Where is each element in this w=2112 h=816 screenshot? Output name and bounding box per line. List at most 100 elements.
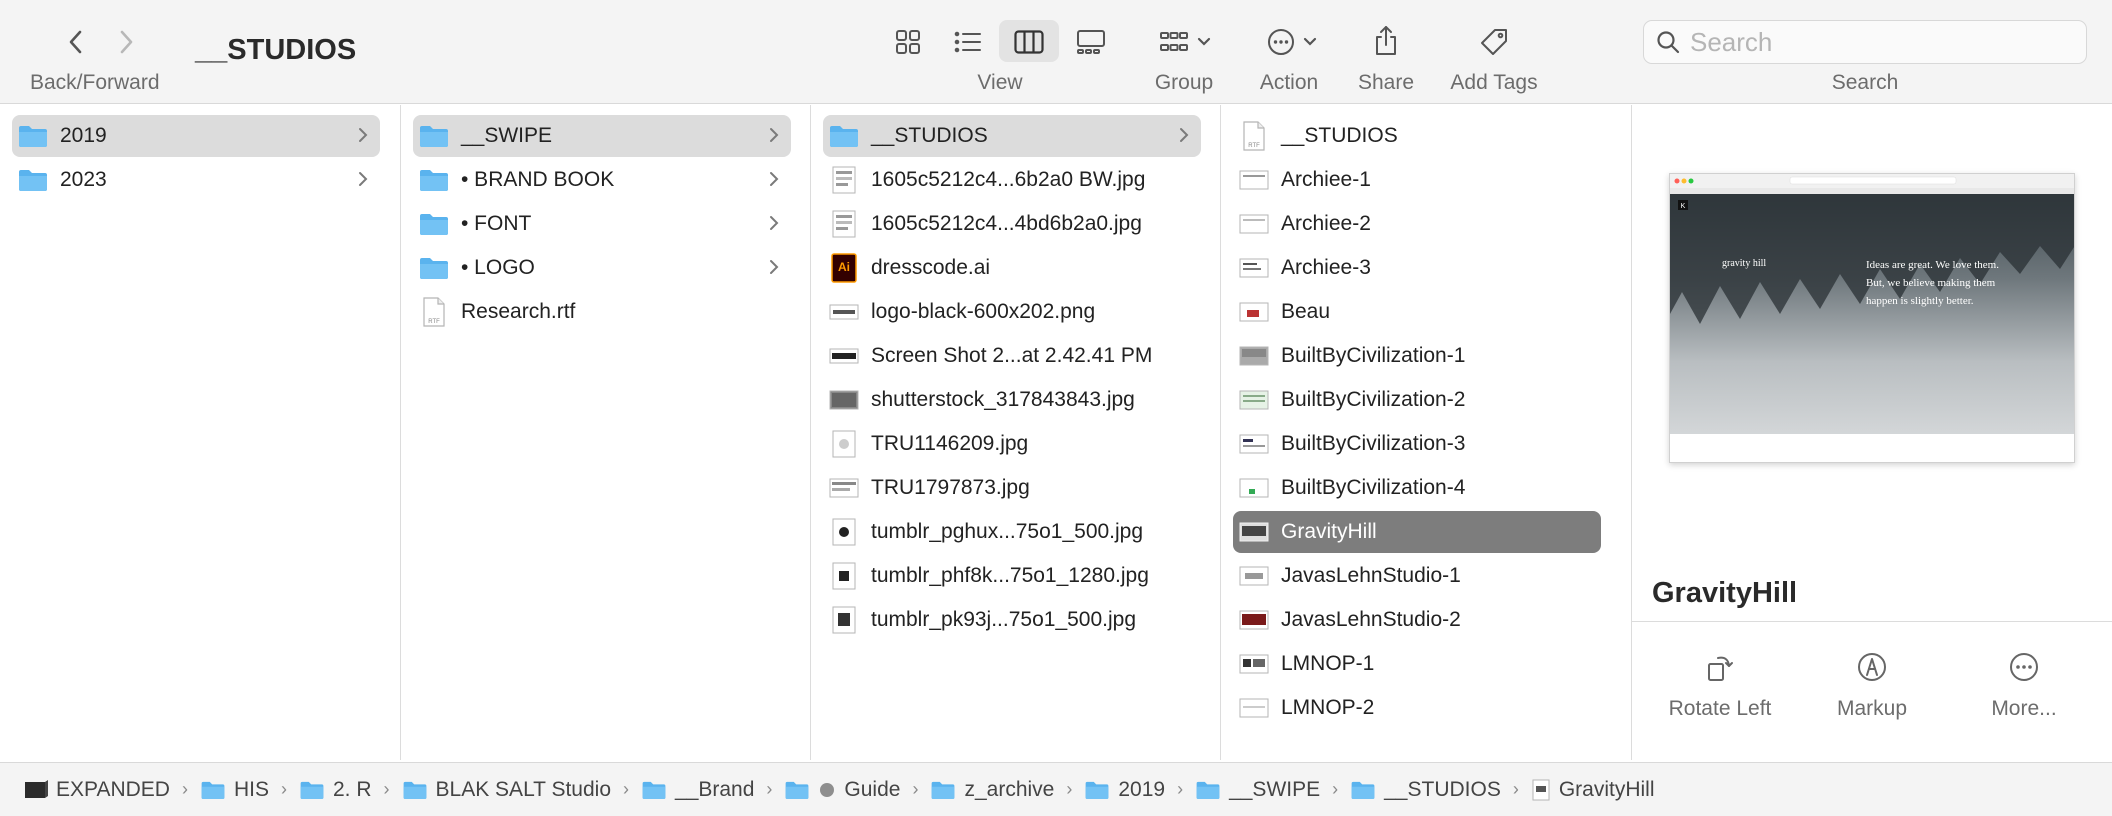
list-item[interactable]: BuiltByCivilization-1 xyxy=(1233,335,1611,377)
list-item-label: • BRAND BOOK xyxy=(461,168,615,191)
image-file-icon xyxy=(827,297,861,327)
action-label: Action xyxy=(1259,71,1319,94)
list-item[interactable]: 1605c5212c4...6b2a0 BW.jpg xyxy=(823,159,1201,201)
list-item[interactable]: Archiee-3 xyxy=(1233,247,1611,289)
list-item[interactable]: tumblr_phf8k...75o1_1280.jpg xyxy=(823,555,1201,597)
list-item-2019[interactable]: 2019 xyxy=(12,115,380,157)
list-item[interactable]: logo-black-600x202.png xyxy=(823,291,1201,333)
list-item[interactable]: Archiee-1 xyxy=(1233,159,1611,201)
list-item-2023[interactable]: 2023 xyxy=(12,159,380,201)
list-item[interactable]: RTF __STUDIOS xyxy=(1233,115,1611,157)
column-3: __STUDIOS 1605c5212c4...6b2a0 BW.jpg 160… xyxy=(811,105,1221,760)
markup-button[interactable]: Markup xyxy=(1802,651,1942,721)
share-label: Share xyxy=(1357,71,1415,94)
chevron-right-icon xyxy=(770,260,779,274)
thumb-logo: gravity hill xyxy=(1722,258,1766,269)
back-button[interactable] xyxy=(58,22,94,62)
list-item[interactable]: LMNOP-2 xyxy=(1233,687,1611,729)
path-item-label: GravityHill xyxy=(1558,777,1655,801)
path-item-studios[interactable]: __STUDIOS › xyxy=(1350,778,1531,802)
chevron-right-icon xyxy=(359,128,368,142)
column-view-button[interactable] xyxy=(1009,22,1049,62)
chevron-right-icon: › xyxy=(623,779,630,799)
path-item-swipe[interactable]: __SWIPE › xyxy=(1195,778,1350,802)
list-item-font[interactable]: • FONT xyxy=(413,203,791,245)
path-item-gravityhill[interactable]: GravityHill xyxy=(1531,778,1655,802)
chevron-right-icon: › xyxy=(1332,779,1339,799)
list-item[interactable]: TRU1797873.jpg xyxy=(823,467,1201,509)
list-item[interactable]: JavasLehnStudio-1 xyxy=(1233,555,1611,597)
list-item-research-rtf[interactable]: RTF Research.rtf xyxy=(413,291,791,333)
chevron-right-icon: › xyxy=(281,779,287,799)
list-item-logo[interactable]: • LOGO xyxy=(413,247,791,289)
search-input[interactable] xyxy=(1690,26,2070,58)
path-item-label: BLAK SALT Studio xyxy=(435,777,612,801)
folder-icon xyxy=(200,779,226,801)
list-item-gravityhill[interactable]: GravityHill xyxy=(1233,511,1601,553)
list-icon xyxy=(954,31,981,53)
chevron-right-icon: › xyxy=(1177,779,1184,799)
path-item-brand[interactable]: __Brand › xyxy=(641,778,784,802)
path-bar: EXPANDED › HIS › 2. R › BLAK SALT Studio… xyxy=(0,762,2112,816)
chevron-right-icon: › xyxy=(766,779,773,799)
list-item-studios-folder[interactable]: __STUDIOS xyxy=(823,115,1201,157)
preview-filename: GravityHill xyxy=(1652,577,1798,609)
path-item-label: 2. R xyxy=(333,777,372,801)
search-field[interactable] xyxy=(1643,20,2087,64)
path-item-2019[interactable]: 2019 › xyxy=(1084,778,1195,802)
preview-thumbnail[interactable]: K gravity hill Ideas are great. We love … xyxy=(1669,173,2075,463)
folder-icon xyxy=(1084,779,1110,801)
rotate-left-button[interactable]: Rotate Left xyxy=(1650,651,1790,721)
add-tags-label: Add Tags xyxy=(1450,71,1538,94)
path-item-his[interactable]: HIS › xyxy=(200,778,299,802)
list-item[interactable]: tumblr_pghux...75o1_500.jpg xyxy=(823,511,1201,553)
ellipsis-circle-icon xyxy=(1268,29,1294,55)
list-item-swipe[interactable]: __SWIPE xyxy=(413,115,791,157)
list-item[interactable]: TRU1146209.jpg xyxy=(823,423,1201,465)
list-item[interactable]: Beau xyxy=(1233,291,1611,333)
path-item-blak-salt-studio[interactable]: BLAK SALT Studio › xyxy=(402,778,642,802)
gallery-icon xyxy=(1077,30,1105,54)
icon-view-button[interactable] xyxy=(888,22,928,62)
drive-icon xyxy=(22,779,48,801)
more-button[interactable]: More... xyxy=(1954,651,2094,721)
list-item-label: Research.rtf xyxy=(461,300,576,323)
list-item[interactable]: Ai dresscode.ai xyxy=(823,247,1201,289)
path-item-expanded[interactable]: EXPANDED › xyxy=(22,778,200,802)
list-item[interactable]: BuiltByCivilization-4 xyxy=(1233,467,1611,509)
forward-button[interactable] xyxy=(108,22,144,62)
add-tags-button[interactable] xyxy=(1476,22,1512,62)
folder-icon xyxy=(827,121,861,151)
folder-icon xyxy=(16,165,50,195)
list-item-brand-book[interactable]: • BRAND BOOK xyxy=(413,159,791,201)
list-item[interactable]: Screen Shot 2...at 2.42.41 PM xyxy=(823,335,1201,377)
image-file-icon xyxy=(827,429,861,459)
view-label: View xyxy=(977,71,1023,94)
path-item-z-archive[interactable]: z_archive › xyxy=(930,778,1084,802)
toolbar: Back/Forward __STUDIOS View Group Action… xyxy=(0,0,2112,104)
list-item[interactable]: LMNOP-1 xyxy=(1233,643,1611,685)
list-view-button[interactable] xyxy=(948,22,988,62)
group-label: Group xyxy=(1154,71,1214,94)
list-item[interactable]: 1605c5212c4...4bd6b2a0.jpg xyxy=(823,203,1201,245)
action-button[interactable] xyxy=(1262,22,1322,62)
list-item[interactable]: JavasLehnStudio-2 xyxy=(1233,599,1611,641)
folder-icon xyxy=(417,253,451,283)
list-item[interactable]: BuiltByCivilization-3 xyxy=(1233,423,1611,465)
list-item-label: tumblr_phf8k...75o1_1280.jpg xyxy=(871,564,1149,587)
path-item-label: EXPANDED xyxy=(56,777,170,801)
group-button[interactable] xyxy=(1152,22,1218,62)
path-item-label: __Brand xyxy=(675,777,755,801)
folder-icon xyxy=(930,779,956,801)
gallery-view-button[interactable] xyxy=(1070,22,1112,62)
list-item[interactable]: shutterstock_317843843.jpg xyxy=(823,379,1201,421)
path-item-2r[interactable]: 2. R › xyxy=(299,778,402,802)
folder-icon xyxy=(299,779,325,801)
folder-icon xyxy=(1350,779,1376,801)
list-item[interactable]: BuiltByCivilization-2 xyxy=(1233,379,1611,421)
list-item[interactable]: Archiee-2 xyxy=(1233,203,1611,245)
share-button[interactable] xyxy=(1368,20,1404,62)
path-item-guide[interactable]: Guide › xyxy=(784,778,930,802)
list-item-label: Screen Shot 2...at 2.42.41 PM xyxy=(871,344,1153,367)
list-item[interactable]: tumblr_pk93j...75o1_500.jpg xyxy=(823,599,1201,641)
